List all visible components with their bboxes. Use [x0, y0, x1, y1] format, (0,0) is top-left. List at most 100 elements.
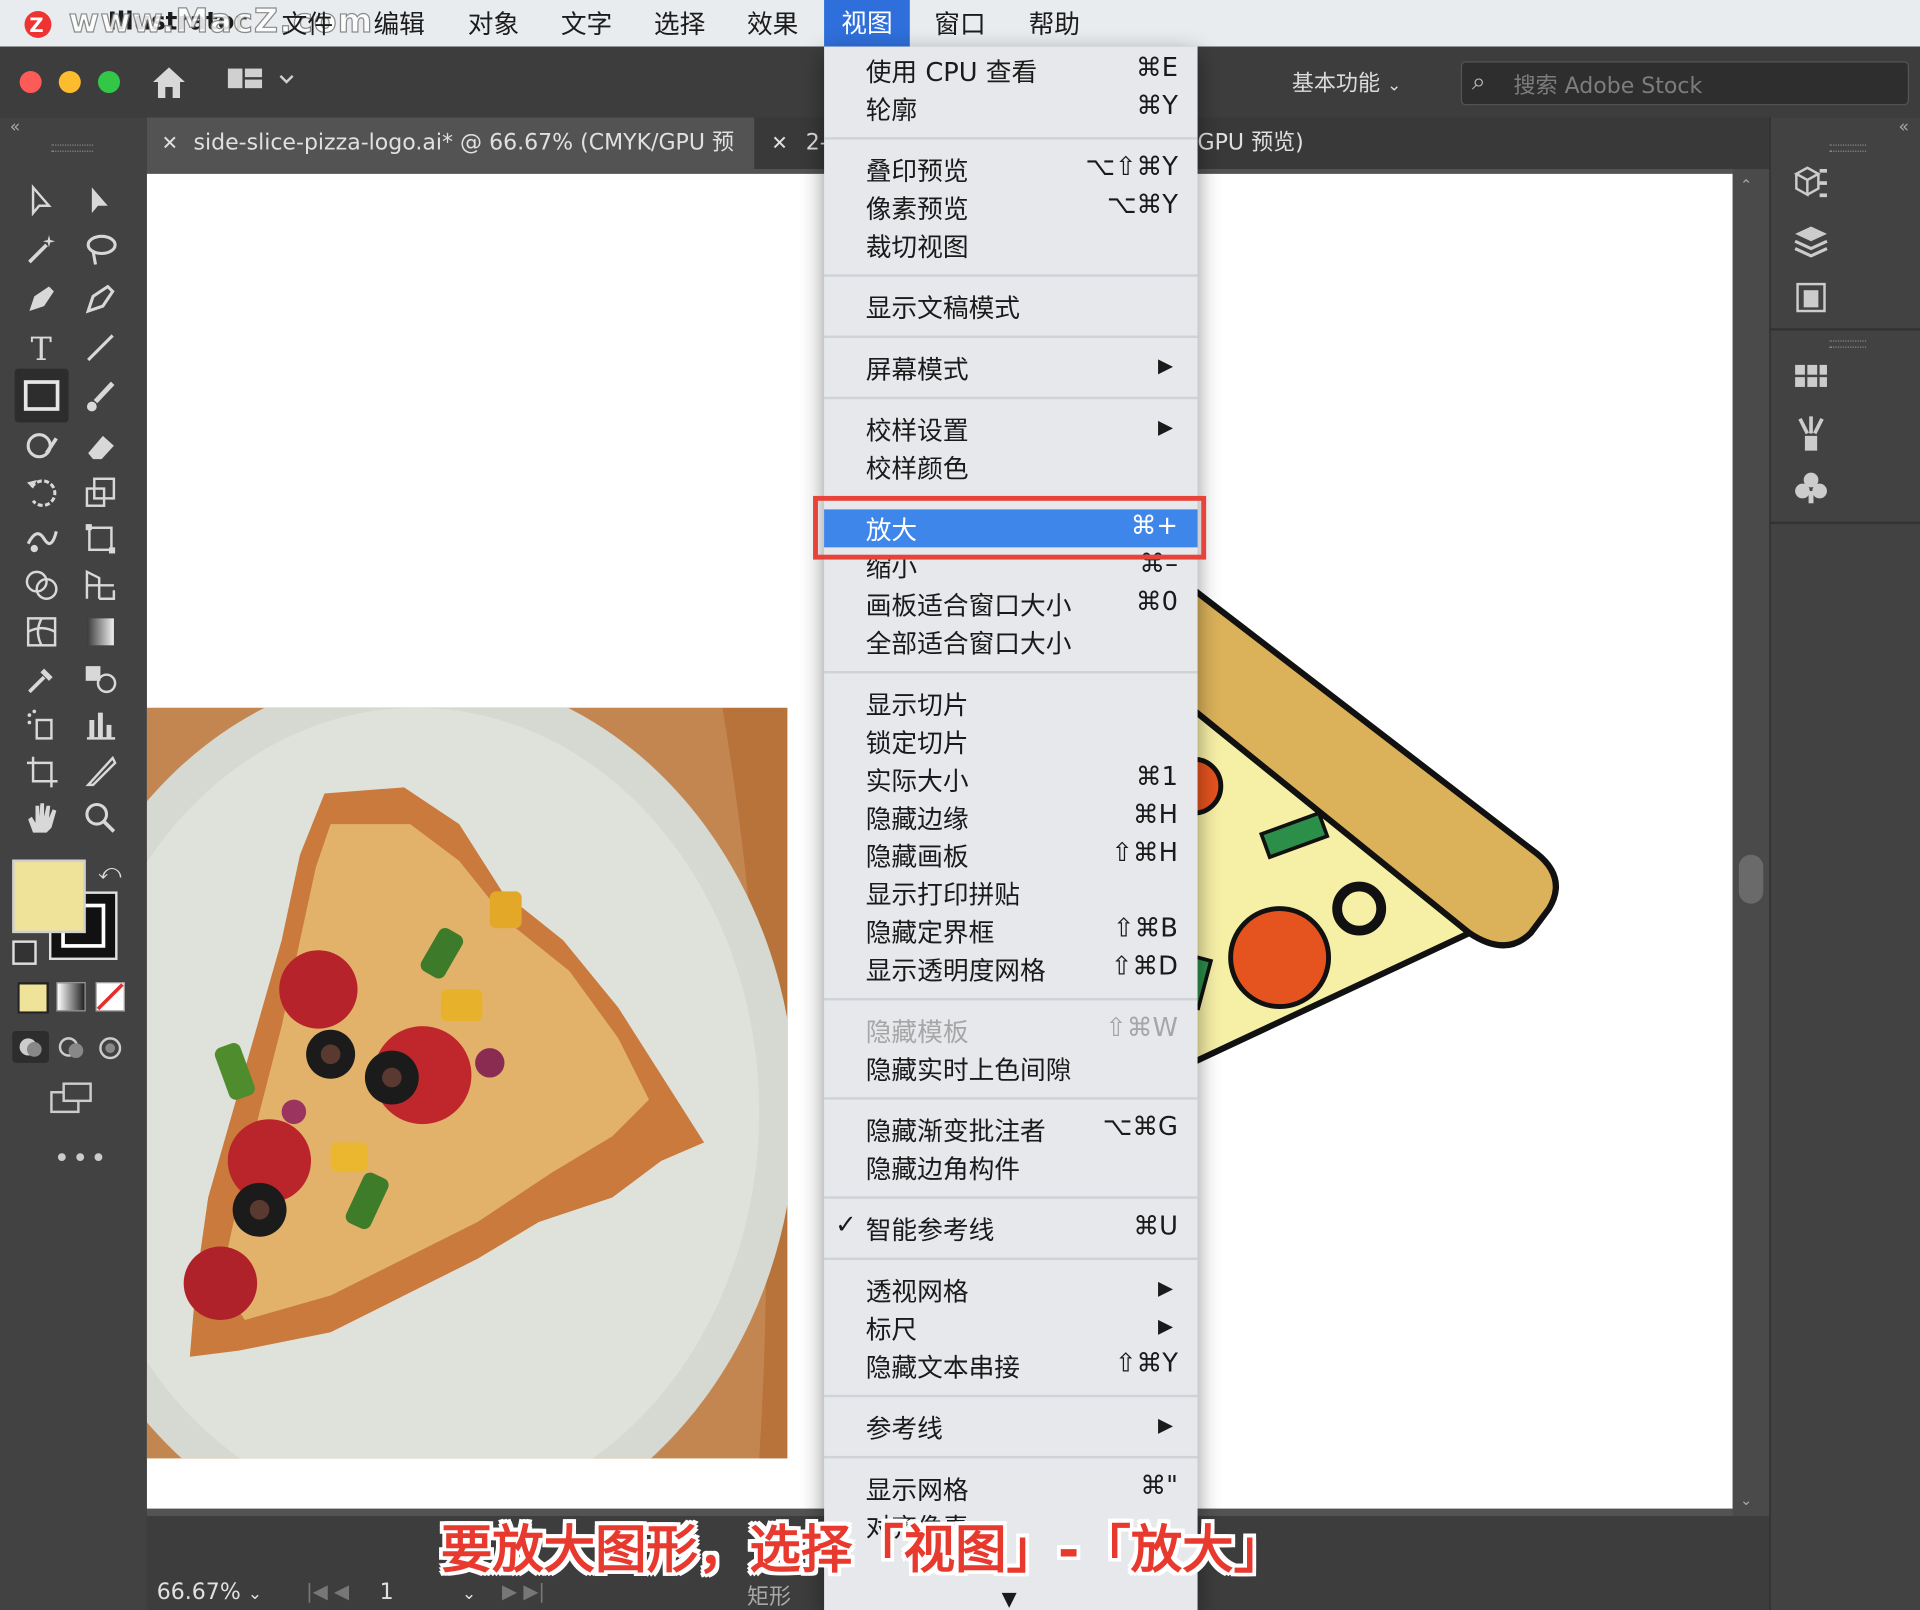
adobe-stock-search-input[interactable]: ⌕ 搜索 Adobe Stock: [1460, 61, 1909, 106]
artboard-number-field[interactable]: 1 ⌄: [380, 1580, 477, 1606]
view-menu-item[interactable]: ✓ 智能参考线 ⌘U: [824, 1210, 1197, 1248]
blend-tool-icon[interactable]: [81, 659, 120, 698]
layers-panel-icon[interactable]: [1793, 223, 1830, 265]
view-menu-item[interactable]: 隐藏定界框 ⇧⌘B: [824, 912, 1197, 950]
rotate-tool-icon[interactable]: [22, 473, 61, 512]
line-segment-tool-icon[interactable]: [81, 328, 120, 367]
none-mode-button[interactable]: [95, 982, 125, 1012]
mesh-tool-icon[interactable]: [22, 612, 61, 651]
color-mode-button[interactable]: [17, 982, 49, 1014]
rectangle-tool-icon[interactable]: [14, 368, 69, 423]
menu-window[interactable]: 窗口: [934, 5, 985, 42]
default-colors-icon[interactable]: [12, 940, 37, 965]
view-menu-item[interactable]: 显示网格 ⌘": [824, 1469, 1197, 1507]
free-transform-tool-icon[interactable]: [81, 519, 120, 558]
more-tools-icon[interactable]: •••: [54, 1144, 109, 1175]
first-artboard-icon[interactable]: |◀ ◀: [306, 1580, 349, 1603]
document-tab-3[interactable]: GPU 预览): [1198, 118, 1345, 169]
brushes-panel-icon[interactable]: [1793, 414, 1830, 458]
zoom-tool-icon[interactable]: [81, 798, 120, 837]
gradient-tool-icon[interactable]: [81, 612, 120, 651]
symbol-sprayer-tool-icon[interactable]: [22, 705, 61, 744]
view-menu-item[interactable]: 隐藏边缘 ⌘H: [824, 798, 1197, 836]
view-menu-item[interactable]: 像素预览 ⌥⌘Y: [824, 189, 1197, 227]
menu-help[interactable]: 帮助: [1029, 5, 1080, 42]
expand-panels-icon[interactable]: «: [1898, 118, 1909, 138]
type-tool-icon[interactable]: T: [22, 328, 61, 368]
draw-inside-icon[interactable]: [96, 1033, 125, 1067]
view-menu-item[interactable]: 显示文稿模式: [824, 288, 1197, 326]
vertical-scrollbar[interactable]: ⌃ ⌄: [1732, 168, 1770, 1516]
direct-selection-tool-icon[interactable]: [81, 181, 120, 220]
menu-object[interactable]: 对象: [468, 5, 519, 42]
gradient-mode-button[interactable]: [56, 982, 86, 1012]
view-menu-item[interactable]: 隐藏画板 ⇧⌘H: [824, 836, 1197, 874]
menu-effect[interactable]: 效果: [747, 5, 798, 42]
view-menu-item[interactable]: 参考线 ▶: [824, 1408, 1197, 1446]
view-menu-item[interactable]: 叠印预览 ⌥⇧⌘Y: [824, 151, 1197, 189]
shape-builder-tool-icon[interactable]: [22, 566, 61, 605]
screen-mode-icon[interactable]: [49, 1080, 98, 1122]
magic-wand-tool-icon[interactable]: [22, 230, 61, 269]
slice-tool-icon[interactable]: [81, 752, 120, 791]
menu-file[interactable]: 文件: [282, 5, 333, 42]
home-icon[interactable]: [149, 64, 188, 106]
draw-behind-icon[interactable]: [56, 1033, 88, 1067]
view-menu-item[interactable]: 隐藏渐变批注者 ⌥⌘G: [824, 1111, 1197, 1149]
selection-tool-icon[interactable]: [22, 181, 61, 220]
panel-grip[interactable]: [1829, 340, 1867, 348]
arrange-documents-icon[interactable]: [227, 66, 301, 100]
fill-color-swatch[interactable]: [12, 859, 86, 934]
view-menu-item[interactable]: 隐藏文本串接 ⇧⌘Y: [824, 1347, 1197, 1385]
column-graph-tool-icon[interactable]: [81, 705, 120, 744]
swatches-panel-icon[interactable]: [1793, 362, 1830, 396]
paintbrush-tool-icon[interactable]: [81, 377, 120, 416]
artboard-tool-icon[interactable]: [22, 752, 61, 791]
menu-type[interactable]: 文字: [561, 5, 612, 42]
menu-scroll-down-icon[interactable]: ▼: [1002, 1587, 1017, 1610]
symbols-panel-icon[interactable]: [1793, 470, 1830, 512]
scale-tool-icon[interactable]: [81, 473, 120, 512]
workspace-switcher[interactable]: 基本功能 ⌄: [1292, 66, 1402, 98]
apple-logo-icon[interactable]: Z: [22, 7, 59, 39]
view-menu-item[interactable]: 隐藏边角构件: [824, 1149, 1197, 1187]
view-menu-item[interactable]: 画板适合窗口大小 ⌘0: [824, 585, 1197, 623]
lasso-tool-icon[interactable]: [81, 230, 120, 269]
scroll-down-icon[interactable]: ⌄: [1740, 1491, 1752, 1508]
close-window-button[interactable]: [19, 71, 42, 94]
hand-tool-icon[interactable]: [22, 798, 61, 837]
scroll-up-icon[interactable]: ⌃: [1740, 176, 1752, 193]
collapse-panel-icon[interactable]: «: [10, 118, 21, 138]
shaper-tool-icon[interactable]: [22, 426, 61, 465]
zoom-level-field[interactable]: 66.67% ⌄: [157, 1580, 262, 1606]
warp-tool-icon[interactable]: [22, 519, 61, 558]
menu-view[interactable]: 视图: [824, 0, 910, 47]
menu-select[interactable]: 选择: [654, 5, 705, 42]
minimize-window-button[interactable]: [58, 71, 81, 94]
eyedropper-tool-icon[interactable]: [22, 659, 61, 698]
document-tab-2[interactable]: ✕ 2-: [759, 118, 832, 169]
properties-panel-icon[interactable]: [1793, 164, 1830, 206]
close-tab-icon[interactable]: ✕: [771, 118, 787, 169]
draw-normal-icon[interactable]: [12, 1031, 49, 1063]
zoom-window-button[interactable]: [97, 71, 121, 94]
view-menu-item[interactable]: 校样设置 ▶: [824, 410, 1197, 448]
view-menu-item[interactable]: 屏幕模式 ▶: [824, 349, 1197, 387]
document-tab-active[interactable]: ✕ side-slice-pizza-logo.ai* @ 66.67% (CM…: [146, 117, 755, 207]
view-menu-item[interactable]: 轮廓 ⌘Y: [824, 89, 1197, 127]
close-tab-icon[interactable]: ✕: [162, 118, 178, 169]
view-menu-item[interactable]: 锁定切片: [824, 722, 1197, 760]
view-menu-item[interactable]: 使用 CPU 查看 ⌘E: [824, 51, 1197, 89]
view-menu-item[interactable]: 校样颜色: [824, 448, 1197, 486]
view-menu-item[interactable]: 显示切片: [824, 684, 1197, 722]
menu-edit[interactable]: 编辑: [373, 5, 424, 42]
pen-tool-icon[interactable]: [22, 279, 61, 318]
view-menu-item[interactable]: 裁切视图: [824, 227, 1197, 265]
libraries-panel-icon[interactable]: [1793, 279, 1830, 321]
view-menu-item[interactable]: 隐藏实时上色间隙: [824, 1049, 1197, 1087]
view-menu-item[interactable]: 标尺 ▶: [824, 1309, 1197, 1347]
view-menu-item[interactable]: 显示透明度网格 ⇧⌘D: [824, 950, 1197, 988]
eraser-tool-icon[interactable]: [81, 426, 120, 465]
vertical-scroll-thumb[interactable]: [1738, 854, 1764, 904]
panel-grip[interactable]: [1829, 144, 1867, 152]
